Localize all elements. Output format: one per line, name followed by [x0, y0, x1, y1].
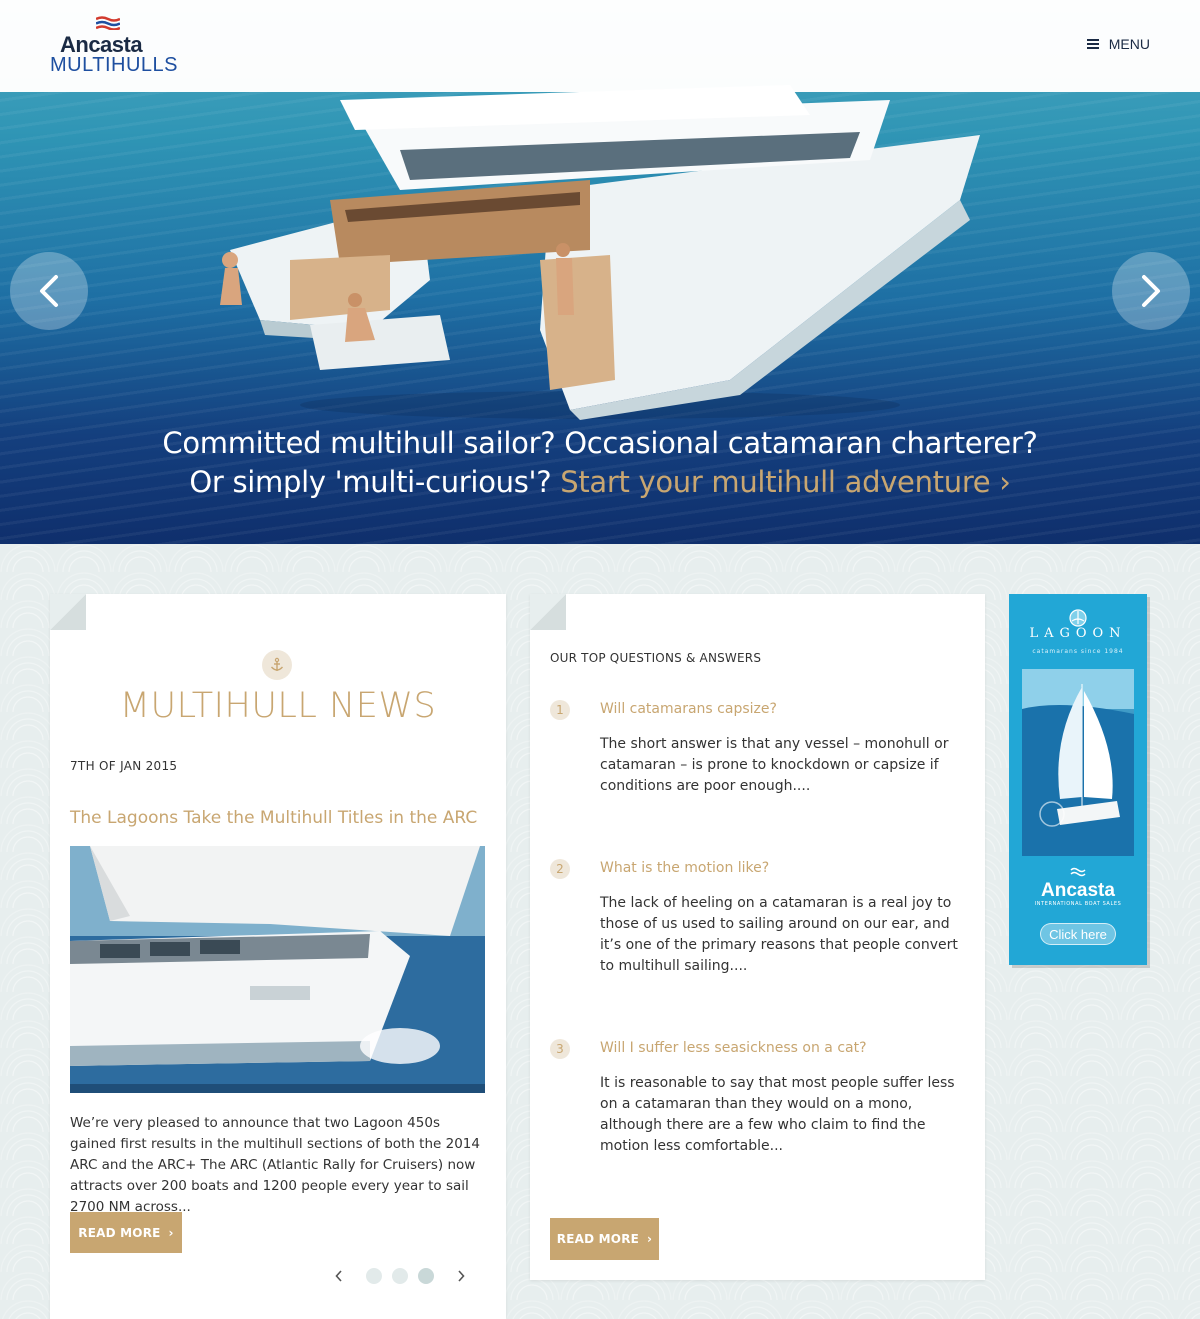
- hero-caption: Committed multihull sailor? Occasional c…: [0, 424, 1200, 502]
- hero-caption-line1: Committed multihull sailor? Occasional c…: [162, 426, 1038, 460]
- news-image[interactable]: [70, 846, 485, 1093]
- qa-number-badge: 3: [550, 1039, 570, 1059]
- qa-answer: It is reasonable to say that most people…: [600, 1075, 955, 1154]
- chevron-right-icon: [458, 1270, 465, 1282]
- news-date: 7TH OF JAN 2015: [70, 759, 178, 773]
- chevron-left-icon: [335, 1270, 342, 1282]
- ad-ancasta-tagline: INTERNATIONAL BOAT SALES: [1034, 901, 1122, 907]
- qa-read-more-button[interactable]: READ MORE ›: [550, 1218, 659, 1260]
- read-more-label: READ MORE: [556, 1232, 640, 1246]
- hero-next-button[interactable]: [1112, 252, 1190, 330]
- flag-icon: [96, 16, 120, 30]
- hamburger-icon: [1086, 39, 1099, 49]
- ad-lagoon-tagline: catamarans since 1984: [1032, 648, 1124, 655]
- pager-prev-button[interactable]: [332, 1269, 346, 1283]
- hero-caption-prefix: Or simply 'multi-curious'?: [189, 465, 552, 499]
- qa-number-badge: 1: [550, 700, 570, 720]
- qa-question-link[interactable]: Will I suffer less seasickness on a cat?: [600, 1040, 867, 1056]
- pager-dot-3[interactable]: [418, 1268, 434, 1284]
- wave-icon: [1070, 867, 1086, 877]
- lagoon-logo-icon: [1069, 609, 1087, 627]
- ad-click-here-button[interactable]: Click here: [1040, 923, 1116, 945]
- ad-catamaran-photo: [1022, 669, 1134, 856]
- qa-number-badge: 2: [550, 859, 570, 879]
- news-read-more-button[interactable]: READ MORE ›: [70, 1212, 182, 1253]
- menu-label: MENU: [1108, 36, 1150, 52]
- menu-button[interactable]: MENU: [1086, 36, 1150, 52]
- qa-question-link[interactable]: Will catamarans capsize?: [600, 701, 777, 717]
- chevron-left-icon: [40, 275, 58, 307]
- news-section-title: MULTIHULL NEWS: [119, 686, 437, 726]
- qa-answer: The lack of heeling on a catamaran is a …: [600, 895, 958, 974]
- hero-prev-button[interactable]: [10, 252, 88, 330]
- ad-lagoon-wordmark: LAGOON: [1029, 626, 1127, 641]
- chevron-right-icon: ›: [999, 465, 1011, 499]
- pager-next-button[interactable]: [454, 1269, 468, 1283]
- hero-caption-line2: Or simply 'multi-curious'? Start your mu…: [0, 463, 1200, 502]
- anchor-icon: [262, 650, 292, 680]
- page-fold-corner: [50, 594, 86, 630]
- logo-wordmark-bottom: MULTIHULLS: [50, 54, 178, 76]
- qa-section-heading: OUR TOP QUESTIONS & ANSWERS: [550, 651, 762, 665]
- qa-card: OUR TOP QUESTIONS & ANSWERS 1 Will catam…: [530, 594, 985, 1280]
- catamaran-sailing-image: [70, 846, 485, 1093]
- qa-answer: The short answer is that any vessel – mo…: [600, 736, 949, 794]
- page-fold-corner: [530, 594, 566, 630]
- news-card: MULTIHULL NEWS 7TH OF JAN 2015 The Lagoo…: [50, 594, 506, 1319]
- lagoon-ad-banner[interactable]: LAGOON catamarans since 1984 Ancasta INT…: [1009, 594, 1147, 965]
- hero-cta-link[interactable]: Start your multihull adventure ›: [560, 465, 1011, 499]
- news-pager: [332, 1268, 468, 1284]
- chevron-right-icon: ›: [647, 1232, 653, 1246]
- chevron-right-icon: ›: [168, 1225, 174, 1240]
- chevron-right-icon: [1142, 275, 1160, 307]
- site-logo[interactable]: Ancasta MULTIHULLS: [50, 14, 178, 76]
- read-more-label: READ MORE: [78, 1225, 161, 1240]
- site-header: Ancasta MULTIHULLS MENU: [0, 0, 1200, 92]
- news-headline-link[interactable]: The Lagoons Take the Multihull Titles in…: [70, 808, 477, 828]
- catamaran-image: [220, 85, 980, 420]
- pager-dot-2[interactable]: [392, 1268, 408, 1284]
- pager-dots: [366, 1268, 434, 1284]
- ad-ancasta-wordmark: Ancasta: [1041, 880, 1115, 901]
- hero-slider: Ancasta MULTIHULLS MENU Committed multih…: [0, 0, 1200, 544]
- news-excerpt: We’re very pleased to announce that two …: [70, 1115, 480, 1215]
- hero-cta-label: Start your multihull adventure: [560, 465, 991, 499]
- pager-dot-1[interactable]: [366, 1268, 382, 1284]
- qa-question-link[interactable]: What is the motion like?: [600, 860, 769, 876]
